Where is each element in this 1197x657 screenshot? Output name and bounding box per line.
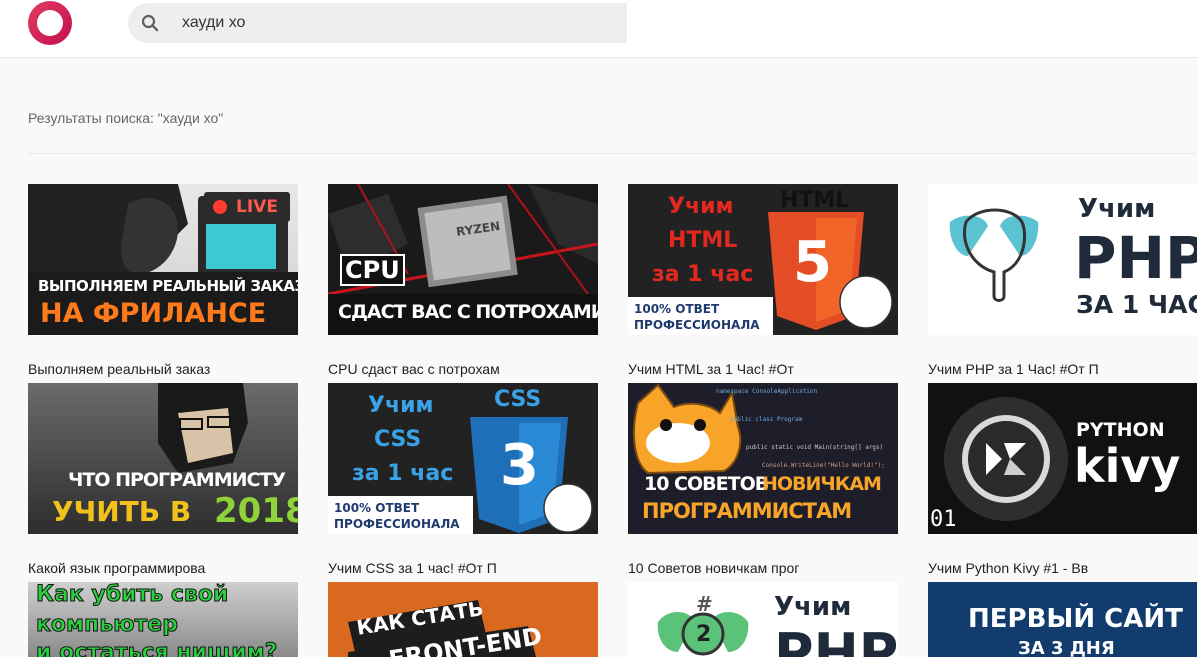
code-line: Console.WriteLine("Hello World!"); [762, 462, 885, 469]
video-title[interactable]: Учим HTML за 1 Час! #От [628, 361, 898, 377]
divider [28, 153, 1197, 154]
thumbnail-text: 10 СОВЕТОВ [644, 473, 769, 495]
video-thumbnail[interactable]: # 2 Учим PHP [628, 582, 898, 657]
thumbnail-text: HTML [668, 228, 738, 253]
video-card[interactable]: namespace ConsoleApplication public clas… [628, 383, 898, 576]
video-card[interactable]: LIVE ВЫПОЛНЯЕМ РЕАЛЬНЫЙ ЗАКАЗ НА ФРИЛАНС… [28, 184, 298, 377]
shield-number: 3 [500, 433, 539, 498]
thumbnail-text: НОВИЧКАМ [762, 473, 882, 495]
video-title[interactable]: 10 Советов новичкам прог [628, 560, 898, 576]
live-label: LIVE [236, 197, 278, 217]
logo[interactable] [28, 1, 72, 45]
thumbnail-year: 2018 [214, 491, 298, 531]
search-input[interactable] [182, 3, 612, 43]
video-card[interactable]: Учим CSS за 1 час CSS 3 100% ОТВЕТ ПРОФЕ… [328, 383, 598, 576]
live-badge: LIVE [204, 192, 290, 222]
thumbnail-text: kivy [1074, 439, 1181, 493]
video-thumbnail[interactable]: Учим HTML за 1 час HTML 5 100% ОТВЕТ ПРО… [628, 184, 898, 335]
video-card[interactable]: Как убить свой компьютер и остаться нищи… [28, 582, 298, 657]
thumbnail-text: PHP [774, 622, 898, 657]
thumbnail-text: ЗА 1 ЧАС [1076, 290, 1197, 319]
video-card[interactable]: ПЕРВЫЙ САЙТ ЗА 3 ДНЯ [928, 582, 1197, 657]
video-title[interactable]: CPU сдаст вас с потрохам [328, 361, 598, 377]
video-thumbnail[interactable]: КАК СТАТЬ FRONT-END [328, 582, 598, 657]
thumbnail-text: Учим [668, 194, 734, 219]
thumbnail-text: за 1 час [652, 262, 754, 287]
code-line: public static void Main(string[] args) [746, 444, 884, 451]
shield-top-label: CSS [494, 387, 542, 412]
thumbnail-number: 2 [696, 622, 712, 647]
video-thumbnail[interactable]: PYTHON kivy 01 [928, 383, 1197, 534]
video-thumbnail[interactable]: Как убить свой компьютер и остаться нищи… [28, 582, 298, 657]
video-thumbnail[interactable]: Учим CSS за 1 час CSS 3 100% ОТВЕТ ПРОФЕ… [328, 383, 598, 534]
thumbnail-hash: # [696, 592, 713, 616]
video-title[interactable]: Выполняем реальный заказ [28, 361, 298, 377]
thumbnail-text: ПЕРВЫЙ САЙТ [968, 604, 1183, 634]
thumbnail-footer: ПРОФЕССИОНАЛА [334, 517, 460, 531]
code-line: public class Program [730, 416, 803, 423]
thumbnail-text: ЗА 3 ДНЯ [1018, 638, 1115, 657]
thumbnail-text: СДАСТ ВАС С ПОТРОХАМИ [338, 301, 598, 323]
thumbnail-text: Учим [1078, 194, 1156, 224]
search-icon[interactable] [141, 14, 159, 32]
video-card[interactable]: Учим PHP ЗА 1 ЧАС Учим PHP за 1 Час! #От… [928, 184, 1197, 377]
video-title[interactable]: Учим PHP за 1 Час! #От П [928, 361, 1197, 377]
thumbnail-text: и остаться нищим? [35, 640, 278, 657]
search-bar[interactable] [128, 3, 627, 43]
thumbnail-text: компьютер [36, 612, 179, 638]
shield-number: 5 [793, 230, 832, 295]
video-thumbnail[interactable]: ПЕРВЫЙ САЙТ ЗА 3 ДНЯ [928, 582, 1197, 657]
thumbnail-text: CSS [374, 427, 422, 452]
video-card[interactable]: PYTHON kivy 01 Учим Python Kivy #1 - Вв [928, 383, 1197, 576]
live-dot-icon [213, 200, 227, 214]
thumbnail-text: Учим [368, 393, 434, 418]
thumbnail-text: НА ФРИЛАНСЕ [40, 298, 267, 329]
thumbnail-footer: 100% ОТВЕТ [334, 501, 420, 515]
thumbnail-text: PYTHON [1076, 419, 1165, 441]
thumbnail-text: ВЫПОЛНЯЕМ РЕАЛЬНЫЙ ЗАКАЗ [38, 277, 298, 295]
video-title[interactable]: Учим Python Kivy #1 - Вв [928, 560, 1197, 576]
thumbnail-text: Как убить свой [35, 582, 229, 608]
search-results-heading: Результаты поиска: "хауди хо" [28, 110, 224, 126]
video-thumbnail[interactable]: ЧТО ПРОГРАММИСТУ УЧИТЬ В 2018 [28, 383, 298, 534]
thumbnail-text: ЧТО ПРОГРАММИСТУ [68, 469, 286, 491]
thumbnail-footer: 100% ОТВЕТ [634, 302, 720, 316]
elephant-icon [949, 208, 1039, 302]
video-card[interactable]: КАК СТАТЬ FRONT-END [328, 582, 598, 657]
video-title[interactable]: Какой язык программирова [28, 560, 298, 576]
thumbnail-text: PHP [1074, 224, 1197, 292]
thumbnail-text: УЧИТЬ В [52, 495, 192, 528]
video-thumbnail[interactable]: Учим PHP ЗА 1 ЧАС [928, 184, 1197, 335]
thumbnail-text: Учим [774, 592, 852, 622]
video-card[interactable]: ЧТО ПРОГРАММИСТУ УЧИТЬ В 2018 Какой язык… [28, 383, 298, 576]
video-thumbnail[interactable]: namespace ConsoleApplication public clas… [628, 383, 898, 534]
video-thumbnail[interactable]: RYZEN CPU СДАСТ ВАС С ПОТРОХАМИ [328, 184, 598, 335]
episode-number: 01 [930, 507, 957, 532]
cpu-label: CPU [340, 254, 405, 286]
code-line: namespace ConsoleApplication [716, 388, 818, 395]
thumbnail-text: за 1 час [352, 461, 454, 486]
thumbnail-footer: ПРОФЕССИОНАЛА [634, 318, 760, 332]
video-thumbnail[interactable]: LIVE ВЫПОЛНЯЕМ РЕАЛЬНЫЙ ЗАКАЗ НА ФРИЛАНС… [28, 184, 298, 335]
video-title[interactable]: Учим CSS за 1 час! #От П [328, 560, 598, 576]
video-card[interactable]: # 2 Учим PHP [628, 582, 898, 657]
video-card[interactable]: RYZEN CPU СДАСТ ВАС С ПОТРОХАМИ CPU сдас… [328, 184, 598, 377]
top-bar [0, 0, 1197, 58]
video-card[interactable]: Учим HTML за 1 час HTML 5 100% ОТВЕТ ПРО… [628, 184, 898, 377]
shield-top-label: HTML [780, 188, 850, 213]
thumbnail-text: ПРОГРАММИСТАМ [642, 499, 852, 523]
